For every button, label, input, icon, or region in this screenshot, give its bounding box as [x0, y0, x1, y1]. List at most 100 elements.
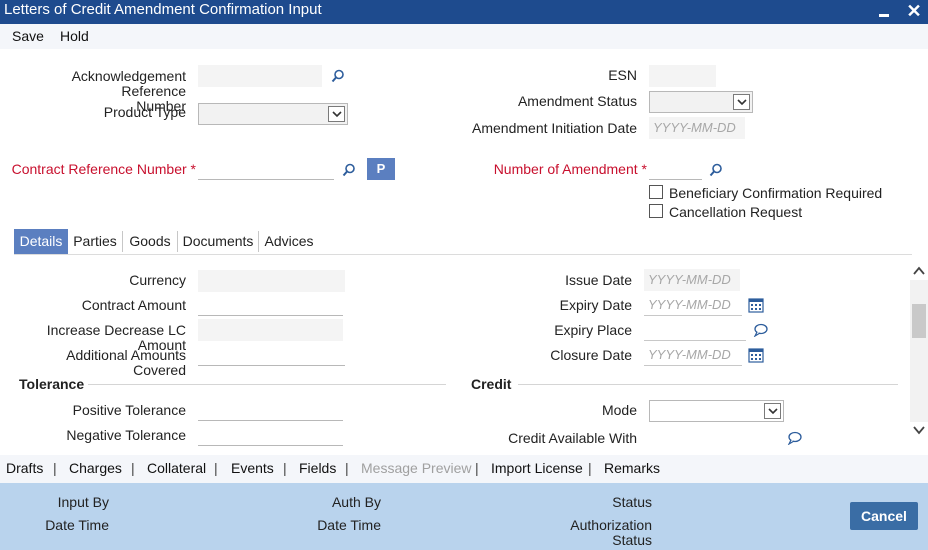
positive-tolerance-label: Positive Tolerance	[72, 402, 186, 418]
product-type-chevron-down-icon	[328, 106, 345, 122]
scroll-down-chevron-down-icon[interactable]	[913, 426, 925, 435]
amendment-initiation-date-input[interactable]: YYYY-MM-DD	[649, 117, 745, 139]
contract-ref-magnifier-icon[interactable]	[342, 163, 356, 177]
authorization-status-label: Authorization Status	[540, 518, 652, 548]
vertical-scrollbar[interactable]	[910, 262, 928, 440]
credit-available-with-label: Credit Available With	[508, 430, 637, 446]
additional-amounts-input[interactable]	[198, 344, 345, 366]
nav-drafts[interactable]: Drafts	[6, 460, 43, 476]
nav-events[interactable]: Events	[231, 460, 274, 476]
amendment-initiation-date-label: Amendment Initiation Date	[472, 120, 637, 136]
nav-message-preview: Message Preview	[361, 460, 472, 476]
ack-ref-input[interactable]	[198, 65, 322, 87]
contract-ref-label: Contract Reference Number *	[10, 162, 196, 177]
date-time-label-1: Date Time	[45, 517, 109, 533]
cancel-button[interactable]: Cancel	[850, 502, 918, 530]
nav-separator: |	[214, 460, 218, 476]
amendment-initiation-date-placeholder: YYYY-MM-DD	[653, 120, 736, 135]
tab-separator	[122, 231, 123, 252]
expiry-place-input[interactable]	[644, 319, 746, 341]
nav-separator: |	[53, 460, 57, 476]
product-type-select[interactable]	[198, 103, 348, 125]
authorization-status-line1: Authorization	[570, 517, 652, 533]
nav-separator: |	[345, 460, 349, 476]
close-icon: ✕	[906, 1, 922, 21]
tab-underline	[14, 254, 912, 255]
close-button[interactable]: ✕	[903, 0, 925, 22]
minimize-button[interactable]	[873, 0, 895, 22]
tab-separator	[258, 231, 259, 252]
nav-import-license[interactable]: Import License	[491, 460, 583, 476]
credit-available-with-input[interactable]	[649, 427, 779, 449]
num-amendment-label-text: Number of Amendment	[493, 161, 638, 177]
tab-advices[interactable]: Advices	[260, 229, 318, 254]
nav-separator: |	[283, 460, 287, 476]
tab-parties[interactable]: Parties	[70, 229, 120, 254]
increase-decrease-input[interactable]	[198, 319, 343, 341]
tab-details[interactable]: Details	[14, 229, 68, 254]
num-amendment-magnifier-icon[interactable]	[709, 163, 723, 177]
amendment-status-select[interactable]	[649, 91, 753, 113]
nav-collateral[interactable]: Collateral	[147, 460, 206, 476]
hold-button[interactable]: Hold	[60, 28, 89, 44]
amendment-status-label: Amendment Status	[517, 93, 637, 109]
auth-by-label: Auth By	[331, 494, 381, 510]
mode-label: Mode	[601, 402, 637, 418]
input-by-label: Input By	[57, 494, 109, 510]
beneficiary-confirmation-checkbox[interactable]	[649, 185, 663, 199]
contract-ref-required-marker: *	[190, 161, 196, 177]
closure-date-input[interactable]: YYYY-MM-DD	[644, 344, 742, 366]
date-time-label-2: Date Time	[317, 517, 381, 533]
mode-select[interactable]	[649, 400, 784, 422]
nav-fields[interactable]: Fields	[299, 460, 336, 476]
amendment-status-chevron-down-icon	[733, 94, 750, 110]
status-label: Status	[612, 494, 652, 510]
bottom-nav: Drafts | Charges | Collateral | Events |…	[0, 455, 928, 483]
window-title: Letters of Credit Amendment Confirmation…	[4, 1, 322, 18]
issue-date-label: Issue Date	[565, 272, 632, 288]
ack-ref-label-line1: Acknowledgement Reference	[71, 68, 186, 99]
contract-ref-input[interactable]	[198, 158, 334, 180]
positive-tolerance-input[interactable]	[198, 399, 343, 421]
tolerance-divider	[88, 384, 446, 385]
closure-date-calendar-icon[interactable]	[748, 347, 764, 363]
issue-date-input[interactable]: YYYY-MM-DD	[644, 269, 740, 291]
nav-remarks[interactable]: Remarks	[604, 460, 660, 476]
negative-tolerance-label: Negative Tolerance	[66, 427, 186, 443]
contract-amount-label: Contract Amount	[81, 297, 186, 313]
tolerance-section-title: Tolerance	[19, 376, 85, 392]
nav-separator: |	[131, 460, 135, 476]
expiry-date-calendar-icon[interactable]	[748, 297, 764, 313]
product-type-label: Product Type	[103, 104, 186, 120]
currency-input[interactable]	[198, 270, 345, 292]
tab-separator	[177, 231, 178, 252]
toolbar: Save Hold	[0, 24, 928, 49]
cancellation-request-checkbox[interactable]	[649, 204, 663, 218]
expiry-place-speech-bubble-icon[interactable]	[753, 323, 768, 337]
p-button[interactable]: P	[367, 158, 395, 180]
closure-date-label: Closure Date	[550, 347, 632, 363]
num-amendment-input[interactable]	[649, 158, 702, 180]
scroll-up-chevron-up-icon[interactable]	[913, 266, 925, 275]
save-button[interactable]: Save	[12, 28, 44, 44]
expiry-date-input[interactable]: YYYY-MM-DD	[644, 294, 742, 316]
credit-divider	[518, 384, 898, 385]
tab-documents[interactable]: Documents	[179, 229, 257, 254]
minimize-icon	[879, 14, 889, 17]
num-amendment-required-marker: *	[641, 161, 647, 177]
expiry-date-label: Expiry Date	[559, 297, 632, 313]
nav-separator: |	[475, 460, 479, 476]
scroll-track[interactable]	[910, 280, 928, 422]
ack-ref-magnifier-icon[interactable]	[331, 69, 345, 83]
cancellation-request-label: Cancellation Request	[669, 204, 803, 220]
tab-goods[interactable]: Goods	[124, 229, 176, 254]
esn-label: ESN	[608, 67, 637, 83]
contract-ref-label-text: Contract Reference Number	[11, 161, 187, 177]
nav-charges[interactable]: Charges	[69, 460, 122, 476]
esn-input[interactable]	[649, 65, 716, 87]
credit-section-title: Credit	[471, 376, 512, 392]
scroll-thumb[interactable]	[912, 304, 926, 338]
negative-tolerance-input[interactable]	[198, 424, 343, 446]
contract-amount-input[interactable]	[198, 294, 343, 316]
credit-available-with-speech-bubble-icon[interactable]	[787, 431, 802, 445]
